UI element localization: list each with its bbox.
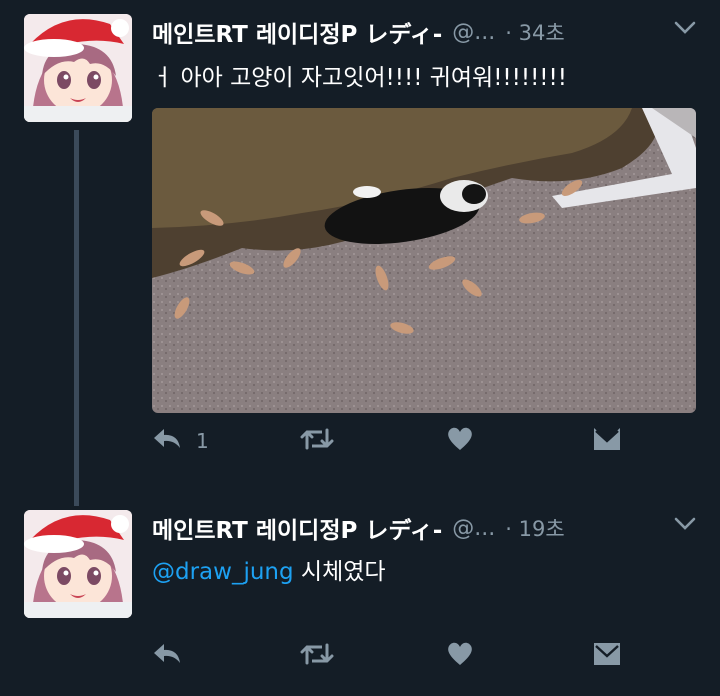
chevron-down-icon[interactable] bbox=[674, 20, 696, 40]
tweet-header: 메인트RT 레이디정P レディ- @... · 19초 bbox=[152, 510, 700, 546]
dm-button[interactable] bbox=[592, 423, 622, 459]
like-icon bbox=[446, 426, 474, 456]
chevron-down-icon[interactable] bbox=[674, 516, 696, 536]
reply-icon bbox=[152, 426, 182, 456]
tweet-actions bbox=[152, 638, 696, 674]
timestamp[interactable]: · 34초 bbox=[505, 17, 564, 47]
retweet-button[interactable] bbox=[300, 638, 334, 674]
tweet-text: @draw_jung 시체였다 bbox=[152, 552, 700, 586]
like-button[interactable] bbox=[446, 423, 474, 459]
tweet-photo[interactable] bbox=[152, 108, 696, 413]
user-handle[interactable]: @... bbox=[452, 516, 495, 541]
dm-icon bbox=[592, 426, 622, 456]
retweet-icon bbox=[300, 641, 334, 671]
tweet-actions: 1 bbox=[152, 423, 696, 459]
tweet-text-content: 시체였다 bbox=[300, 559, 386, 585]
tweet-text: ㅓ 아아 고양이 자고잇어!!!! 귀여워!!!!!!!! bbox=[152, 65, 567, 91]
avatar[interactable] bbox=[24, 14, 132, 122]
user-handle[interactable]: @... bbox=[452, 20, 495, 45]
tweet-header: 메인트RT 레이디정P レディ- @... · 34초 bbox=[152, 14, 700, 50]
timestamp[interactable]: · 19초 bbox=[505, 513, 564, 543]
dm-button[interactable] bbox=[592, 638, 622, 674]
reply-icon bbox=[152, 641, 182, 671]
mention-link[interactable]: @draw_jung bbox=[152, 559, 294, 585]
avatar[interactable] bbox=[24, 510, 132, 618]
tweet-2[interactable]: 메인트RT 레이디정P レディ- @... · 19초 @draw_jung 시… bbox=[0, 496, 720, 696]
dm-icon bbox=[592, 641, 622, 671]
reply-button[interactable] bbox=[152, 638, 196, 674]
retweet-button[interactable] bbox=[300, 423, 334, 459]
like-button[interactable] bbox=[446, 638, 474, 674]
display-name[interactable]: 메인트RT 레이디정P レディ- bbox=[152, 511, 442, 545]
display-name[interactable]: 메인트RT 레이디정P レディ- bbox=[152, 15, 442, 49]
like-icon bbox=[446, 641, 474, 671]
retweet-icon bbox=[300, 426, 334, 456]
reply-button[interactable]: 1 bbox=[152, 423, 209, 459]
tweet-1[interactable]: 메인트RT 레이디정P レディ- @... · 34초 ㅓ 아아 고양이 자고잇… bbox=[0, 0, 720, 490]
reply-count: 1 bbox=[196, 429, 209, 453]
